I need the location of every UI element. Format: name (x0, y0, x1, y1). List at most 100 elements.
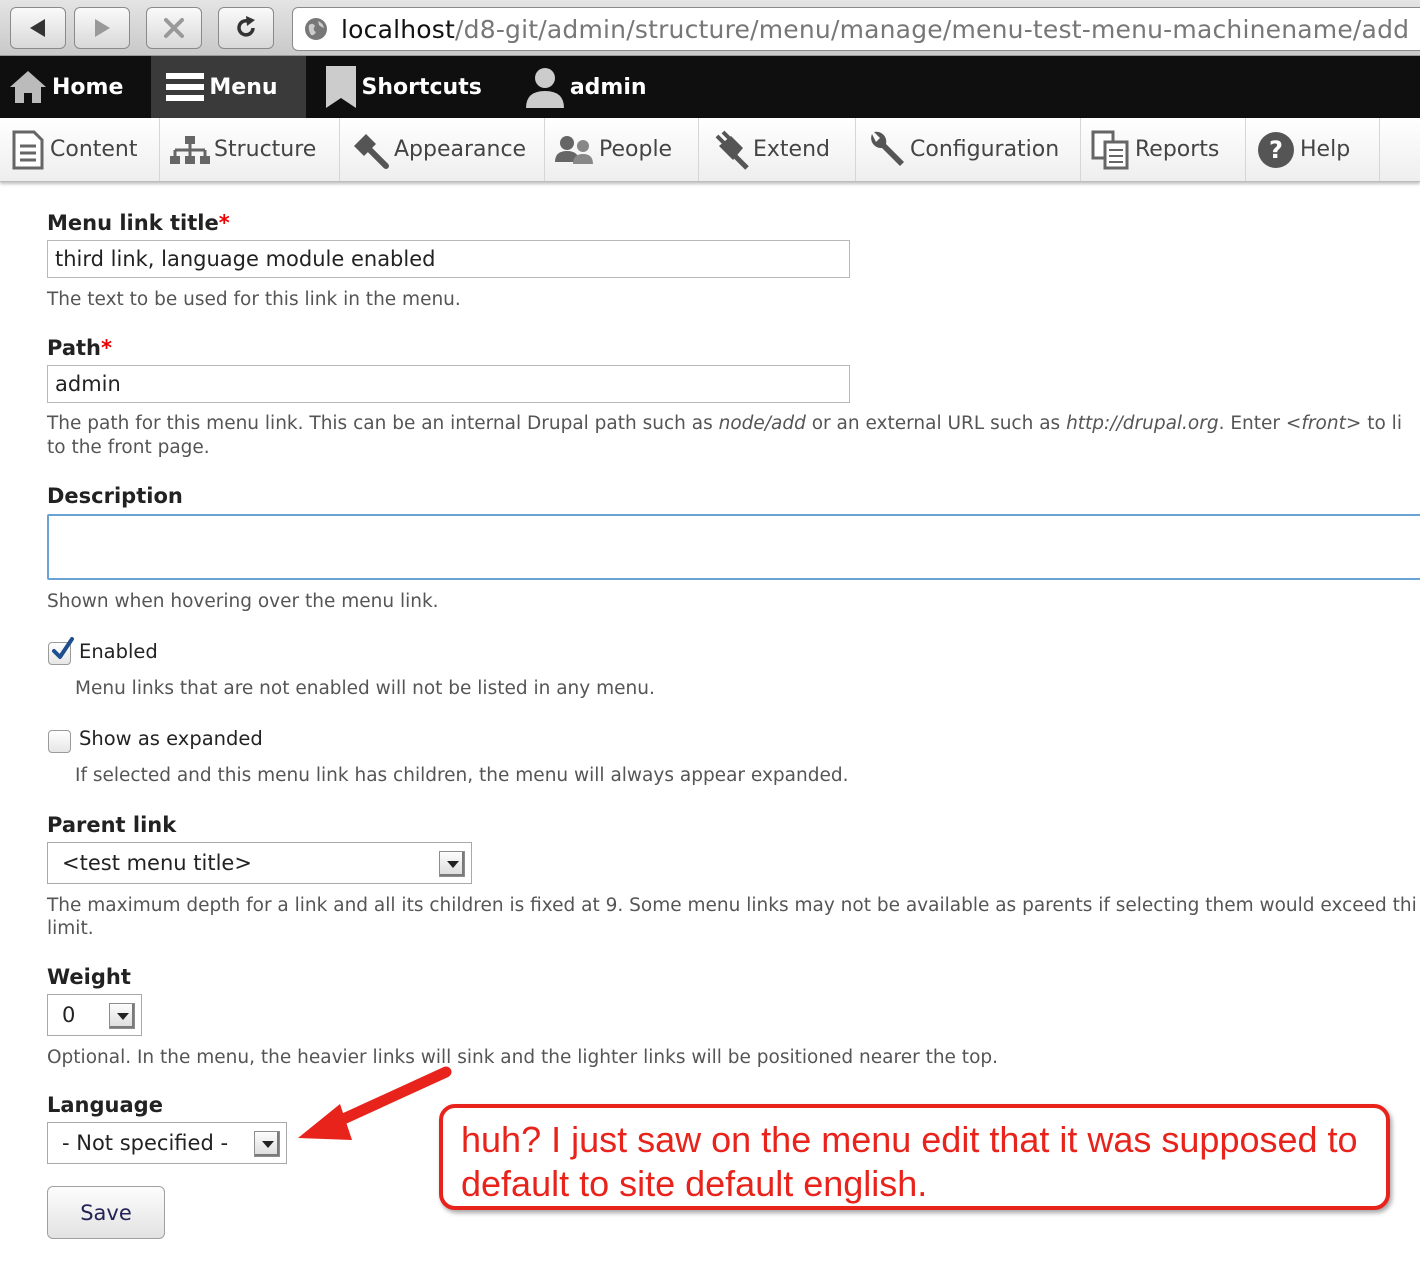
menu-item-extend[interactable]: Extend (699, 118, 856, 181)
expanded-checkbox[interactable] (48, 730, 71, 753)
reload-button[interactable] (218, 7, 274, 49)
expanded-label[interactable]: Show as expanded (79, 727, 263, 750)
chevron-down-icon (109, 1003, 135, 1029)
toolbar-user-label: admin (569, 74, 647, 100)
menu-item-people[interactable]: People (545, 118, 699, 181)
menu-item-reports[interactable]: Reports (1081, 118, 1246, 181)
plug-icon (715, 130, 749, 170)
chevron-down-icon (439, 851, 465, 877)
forward-button[interactable] (74, 7, 130, 49)
chevron-down-icon (254, 1131, 280, 1157)
enabled-label[interactable]: Enabled (79, 640, 158, 663)
weight-label: Weight (47, 965, 131, 989)
menu-item-reports-label: Reports (1135, 137, 1220, 162)
path-desc-text: or an external URL such as (805, 413, 1067, 434)
url-path: /d8-git/admin/structure/menu/manage/menu… (455, 14, 1410, 44)
address-bar[interactable]: localhost/d8-git/admin/structure/menu/ma… (292, 7, 1420, 51)
globe-icon (305, 18, 327, 40)
title-input-value: third link, language module enabled (55, 247, 436, 271)
path-label: Path* (47, 336, 112, 360)
parent-help: The maximum depth for a link and all its… (47, 895, 1417, 916)
toolbar-home-label: Home (52, 74, 124, 100)
menu-item-structure-label: Structure (214, 137, 317, 162)
weight-select[interactable]: 0 (47, 994, 142, 1036)
menu-item-extend-label: Extend (753, 137, 830, 162)
reports-icon (1091, 130, 1129, 169)
annotation-line: huh? I just saw on the menu edit that it… (461, 1119, 1358, 1160)
language-label: Language (47, 1093, 163, 1117)
parent-help-line2: limit. (47, 918, 94, 939)
toolbar-menu[interactable]: Menu (151, 56, 306, 118)
annotation-callout: huh? I just saw on the menu edit that it… (439, 1104, 1390, 1210)
admin-menu-tray: Content Structure Appearance People Exte… (0, 118, 1420, 182)
appearance-icon (354, 133, 389, 169)
save-button[interactable]: Save (47, 1186, 165, 1239)
toolbar-home[interactable]: Home (0, 56, 131, 118)
url-text: localhost/d8-git/admin/structure/menu/ma… (341, 15, 1409, 44)
close-icon (164, 18, 184, 38)
required-mark: * (218, 211, 230, 235)
path-desc-example: node/add (718, 413, 806, 434)
toolbar-shortcuts[interactable]: Shortcuts (316, 56, 490, 118)
url-host: localhost (341, 14, 456, 44)
path-desc-example: <front> (1285, 413, 1362, 434)
path-desc-text: . Enter (1218, 413, 1286, 434)
parent-select[interactable]: <test menu title> (47, 842, 472, 884)
menu-item-configuration-label: Configuration (910, 137, 1060, 162)
menu-item-people-label: People (599, 137, 673, 162)
title-label-text: Menu link title (47, 211, 219, 235)
bookmark-icon (325, 66, 356, 108)
home-icon (10, 71, 46, 103)
required-mark: * (101, 336, 112, 360)
path-desc-text: The path for this menu link. This can be… (47, 413, 719, 434)
menu-item-content-label: Content (50, 137, 138, 162)
toolbar-shortcuts-label: Shortcuts (361, 74, 482, 100)
annotation-arrow (298, 1066, 452, 1140)
description-textarea[interactable] (47, 514, 1420, 580)
language-select[interactable]: - Not specified - (47, 1122, 287, 1164)
reload-icon (237, 16, 255, 37)
checkmark-icon (52, 637, 74, 659)
structure-icon (170, 135, 210, 164)
browser-chrome: localhost/d8-git/admin/structure/menu/ma… (0, 0, 1420, 56)
path-description: The path for this menu link. This can be… (47, 412, 1402, 436)
forward-arrow-icon (95, 19, 110, 37)
path-desc-text: to li (1361, 413, 1402, 434)
path-label-text: Path (47, 336, 101, 360)
user-icon (525, 68, 564, 108)
menu-item-appearance[interactable]: Appearance (340, 118, 545, 181)
parent-label: Parent link (47, 813, 177, 837)
back-arrow-icon (30, 19, 45, 37)
enabled-checkbox[interactable] (48, 637, 74, 665)
title-label: Menu link title* (47, 211, 230, 235)
content-icon (12, 130, 44, 169)
path-input-value: admin (55, 372, 121, 396)
people-icon (555, 135, 593, 164)
menu-item-help-label: Help (1300, 137, 1351, 162)
wrench-icon (871, 131, 904, 166)
parent-select-value: <test menu title> (62, 851, 252, 875)
menu-item-content[interactable]: Content (0, 118, 160, 181)
description-label: Description (47, 484, 183, 508)
weight-help: Optional. In the menu, the heavier links… (47, 1047, 999, 1068)
enabled-help: Menu links that are not enabled will not… (75, 678, 655, 699)
admin-toolbar: Home Menu Shortcuts admin (0, 56, 1420, 118)
title-input[interactable]: third link, language module enabled (47, 240, 850, 278)
menu-item-help[interactable]: ? Help (1246, 118, 1380, 181)
weight-select-value: 0 (62, 1003, 76, 1027)
path-desc-example: http://drupal.org (1066, 413, 1219, 434)
menu-item-configuration[interactable]: Configuration (856, 118, 1081, 181)
language-select-value: - Not specified - (62, 1131, 229, 1155)
path-input[interactable]: admin (47, 365, 850, 403)
title-description: The text to be used for this link in the… (47, 289, 461, 310)
help-icon: ? (1258, 131, 1294, 168)
toolbar-user[interactable]: admin (516, 56, 655, 118)
menu-item-appearance-label: Appearance (394, 137, 527, 162)
stop-button[interactable] (146, 7, 202, 49)
description-help: Shown when hovering over the menu link. (47, 591, 439, 612)
toolbar-menu-label: Menu (209, 74, 278, 100)
path-description-line2: to the front page. (47, 437, 210, 458)
menu-item-structure[interactable]: Structure (160, 118, 340, 181)
svg-text:?: ? (1269, 136, 1283, 164)
back-button[interactable] (10, 7, 66, 49)
